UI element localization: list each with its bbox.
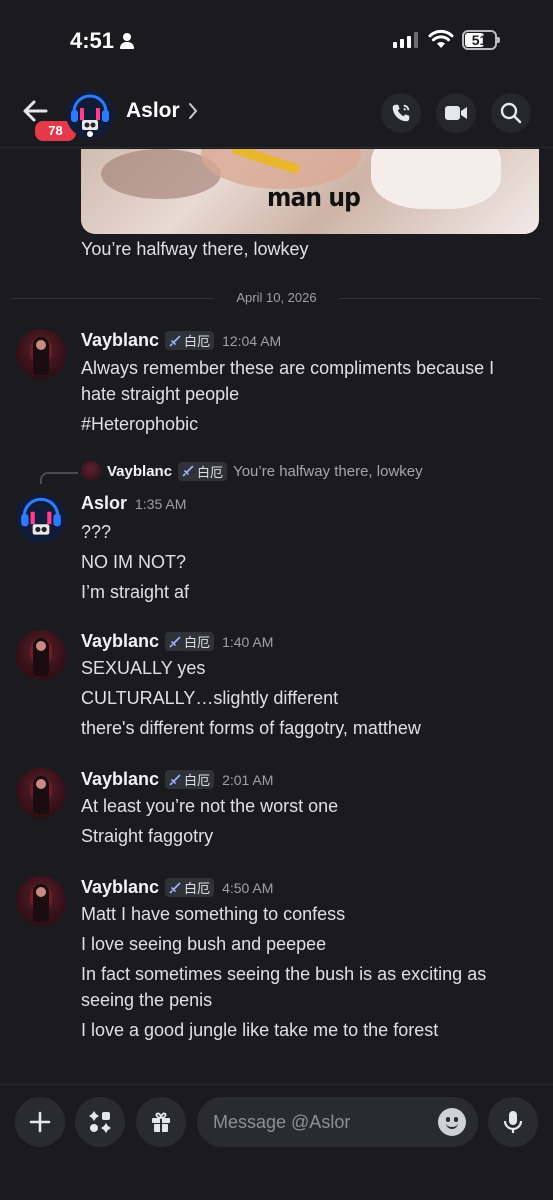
message-text: Straight faggotry	[81, 826, 214, 846]
username[interactable]: Vayblanc	[81, 877, 159, 898]
search-button[interactable]	[491, 93, 531, 133]
message-text: I love seeing bush and peepee	[81, 934, 327, 954]
apps-icon	[89, 1111, 111, 1133]
chevron-right-icon[interactable]	[188, 102, 198, 120]
person-icon	[120, 33, 135, 49]
clan-tag-text: 白厄	[197, 464, 224, 480]
voice-call-button[interactable]	[381, 93, 421, 133]
message-text: Matt I have something to confess	[81, 904, 346, 924]
cellular-signal-icon	[393, 32, 418, 48]
message-text: You’re halfway there, lowkey	[81, 239, 309, 259]
timestamp: 12:04 AM	[222, 332, 282, 349]
message-list[interactable]: man up You’re halfway there, lowkey Apri…	[0, 149, 553, 1084]
avatar[interactable]	[16, 630, 66, 680]
sword-icon	[182, 465, 194, 477]
video-camera-icon	[445, 106, 467, 120]
sword-icon	[169, 882, 181, 893]
battery-level: 51	[471, 32, 488, 48]
clan-tag[interactable]: 白厄	[165, 878, 215, 897]
timestamp: 1:40 AM	[222, 633, 274, 650]
message-text: In fact sometimes seeing the bush is as …	[81, 964, 487, 984]
battery-icon: 51	[462, 30, 500, 50]
avatar[interactable]	[16, 493, 66, 543]
reply-username: Vayblanc	[107, 462, 173, 480]
message-text: Always remember these are compliments be…	[81, 358, 495, 378]
message-input[interactable]: Message @Aslor	[197, 1097, 478, 1147]
date-separator: April 10, 2026	[12, 288, 541, 308]
plus-icon	[29, 1111, 51, 1133]
clan-tag-text: 白厄	[184, 773, 211, 788]
gift-button[interactable]	[136, 1097, 186, 1147]
message-text: SEXUALLY yes	[81, 658, 206, 678]
apps-button[interactable]	[75, 1097, 125, 1147]
username[interactable]: Vayblanc	[81, 631, 159, 652]
add-attachment-button[interactable]	[15, 1097, 65, 1147]
date-label: April 10, 2026	[236, 290, 317, 305]
message-text: hate straight people	[81, 384, 240, 404]
video-call-button[interactable]	[436, 93, 476, 133]
username[interactable]: Vayblanc	[81, 769, 159, 790]
message-text: At least you’re not the worst one	[81, 796, 339, 816]
timestamp: 2:01 AM	[222, 771, 274, 788]
message-text: ???	[81, 522, 112, 542]
microphone-icon	[503, 1111, 523, 1133]
dm-header: 78 Aslor	[0, 80, 553, 148]
clan-tag[interactable]: 白厄	[165, 632, 215, 651]
image-attachment[interactable]: man up	[81, 149, 539, 234]
search-icon	[500, 102, 522, 124]
message-input-placeholder: Message @Aslor	[213, 1112, 351, 1132]
message-text: I love a good jungle like take me to the…	[81, 1020, 439, 1040]
status-bar: 4:51 51	[0, 0, 553, 80]
sword-icon	[169, 636, 181, 647]
message-composer: Message @Aslor	[0, 1084, 553, 1200]
avatar	[81, 461, 101, 481]
sword-icon	[169, 335, 181, 346]
clan-tag[interactable]: 白厄	[165, 331, 215, 350]
wifi-icon	[428, 29, 454, 48]
reply-reference[interactable]: Vayblanc 白厄 You’re halfway there, lowkey	[81, 461, 423, 481]
message-text: #Heterophobic	[81, 414, 199, 434]
avatar[interactable]	[16, 876, 66, 926]
image-caption: man up	[267, 183, 361, 213]
message-text: I’m straight af	[81, 582, 190, 602]
clan-tag-text: 白厄	[184, 635, 211, 650]
clock: 4:51	[70, 28, 115, 53]
clan-tag: 白厄	[178, 461, 228, 481]
clan-tag[interactable]: 白厄	[165, 770, 215, 789]
gift-icon	[152, 1112, 170, 1132]
message-text: CULTURALLY…slightly different	[81, 688, 339, 708]
message-text: NO IM NOT?	[81, 552, 187, 572]
username[interactable]: Aslor	[81, 493, 127, 514]
reply-preview: You’re halfway there, lowkey	[233, 462, 423, 480]
clan-tag-text: 白厄	[184, 881, 211, 896]
status-time: 4:51	[70, 28, 135, 54]
emoji-icon[interactable]	[438, 1108, 466, 1136]
avatar[interactable]	[66, 90, 114, 138]
voice-message-button[interactable]	[488, 1097, 538, 1147]
message-text: seeing the penis	[81, 990, 213, 1010]
username[interactable]: Vayblanc	[81, 330, 159, 351]
timestamp: 1:35 AM	[135, 495, 187, 512]
phone-icon	[392, 104, 410, 122]
message-text: there's different forms of faggotry, mat…	[81, 718, 421, 738]
channel-name[interactable]: Aslor	[126, 99, 180, 123]
avatar[interactable]	[16, 768, 66, 818]
avatar[interactable]	[16, 329, 66, 379]
reply-connector	[40, 472, 78, 484]
timestamp: 4:50 AM	[222, 879, 274, 896]
sword-icon	[169, 774, 181, 785]
clan-tag-text: 白厄	[184, 334, 211, 349]
